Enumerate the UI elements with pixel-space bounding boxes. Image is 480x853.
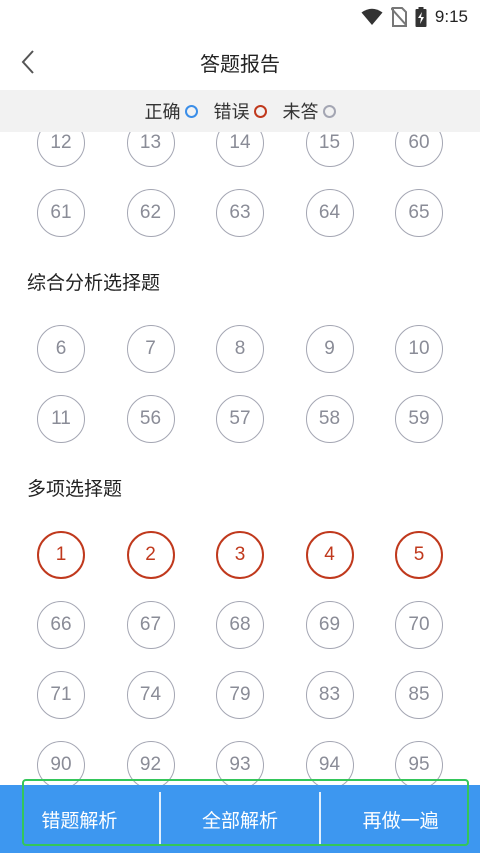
question-circle[interactable]: 90 — [37, 741, 85, 785]
status-bar: 9:15 — [0, 0, 480, 34]
legend: 正确 错误 未答 — [0, 90, 480, 132]
question-circle[interactable]: 15 — [305, 132, 354, 167]
wrong-analysis-button[interactable]: 错题解析 — [0, 785, 159, 853]
question-circle[interactable]: 12 — [37, 132, 85, 167]
question-row: 61 62 63 64 65 — [0, 178, 480, 248]
question-row: 90 92 93 94 95 — [0, 730, 480, 785]
legend-unanswered: 未答 — [283, 98, 336, 124]
question-circle-wrong[interactable]: 2 — [126, 531, 175, 579]
question-circle[interactable]: 14 — [216, 132, 264, 167]
question-circle[interactable]: 59 — [395, 395, 443, 443]
question-circle[interactable]: 9 — [305, 325, 354, 373]
section-title: 多项选择题 — [27, 477, 123, 500]
question-circle[interactable]: 10 — [395, 325, 443, 373]
legend-correct-label: 正确 — [144, 102, 181, 123]
question-circle[interactable]: 74 — [126, 671, 175, 719]
section-title: 综合分析选择题 — [27, 271, 161, 294]
question-circle[interactable]: 79 — [216, 671, 264, 719]
question-circle[interactable]: 85 — [395, 671, 443, 719]
no-sim-icon — [390, 7, 407, 27]
all-analysis-button[interactable]: 全部解析 — [161, 785, 320, 853]
question-list[interactable]: 12 13 14 15 60 61 62 63 64 65 综合分析选择题 6 … — [0, 132, 480, 785]
divider — [158, 792, 161, 846]
question-circle[interactable]: 65 — [395, 189, 443, 237]
question-circle[interactable]: 95 — [395, 741, 443, 785]
correct-dot-icon — [184, 104, 198, 118]
question-circle[interactable]: 94 — [305, 741, 354, 785]
question-circle[interactable]: 83 — [305, 671, 354, 719]
legend-wrong-label: 错误 — [213, 102, 250, 123]
question-circle[interactable]: 66 — [37, 601, 85, 649]
question-circle-wrong[interactable]: 1 — [37, 531, 85, 579]
question-circle[interactable]: 67 — [126, 601, 175, 649]
question-circle[interactable]: 69 — [305, 601, 354, 649]
question-circle[interactable]: 93 — [216, 741, 264, 785]
question-circle[interactable]: 64 — [305, 189, 354, 237]
question-circle[interactable]: 71 — [37, 671, 85, 719]
question-circle[interactable]: 62 — [126, 189, 175, 237]
divider — [319, 792, 322, 846]
bottom-action-bar: 错题解析 全部解析 再做一遍 — [0, 785, 480, 853]
status-icons: 9:15 — [361, 6, 468, 28]
question-circle[interactable]: 68 — [216, 601, 264, 649]
question-circle[interactable]: 7 — [126, 325, 175, 373]
question-circle[interactable]: 13 — [126, 132, 175, 167]
question-row: 71 74 79 83 85 — [0, 660, 480, 730]
question-circle[interactable]: 11 — [37, 395, 85, 443]
wifi-icon — [361, 8, 383, 25]
question-circle[interactable]: 92 — [126, 741, 175, 785]
legend-correct: 正确 — [145, 98, 198, 124]
legend-wrong: 错误 — [214, 98, 267, 124]
question-circle[interactable]: 60 — [395, 132, 443, 167]
page-title: 答题报告 — [200, 52, 280, 76]
legend-unanswered-label: 未答 — [282, 102, 319, 123]
question-circle[interactable]: 58 — [305, 395, 354, 443]
question-circle-wrong[interactable]: 3 — [216, 531, 264, 579]
question-circle[interactable]: 61 — [37, 189, 85, 237]
title-bar: 答题报告 — [0, 34, 480, 90]
question-circle[interactable]: 70 — [395, 601, 443, 649]
question-circle[interactable]: 8 — [216, 325, 264, 373]
question-row: 1 2 3 4 5 — [0, 520, 480, 590]
battery-charging-icon — [415, 7, 427, 27]
question-circle[interactable]: 6 — [37, 325, 85, 373]
question-row: 12 13 14 15 60 — [0, 132, 480, 178]
redo-button[interactable]: 再做一遍 — [321, 785, 480, 853]
question-circle-wrong[interactable]: 5 — [395, 531, 443, 579]
wrong-dot-icon — [253, 104, 267, 118]
question-circle[interactable]: 57 — [216, 395, 264, 443]
question-circle[interactable]: 56 — [126, 395, 175, 443]
question-row: 6 7 8 9 10 — [0, 314, 480, 384]
unanswered-dot-icon — [322, 104, 336, 118]
question-circle-wrong[interactable]: 4 — [305, 531, 354, 579]
question-row: 66 67 68 69 70 — [0, 590, 480, 660]
question-row: 11 56 57 58 59 — [0, 384, 480, 454]
status-time: 9:15 — [434, 7, 468, 26]
question-circle[interactable]: 63 — [216, 189, 264, 237]
